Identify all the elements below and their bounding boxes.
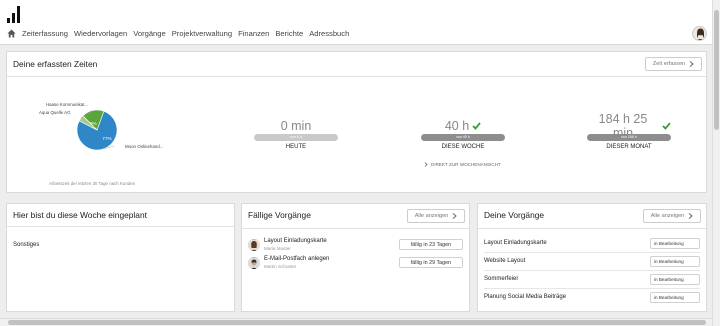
pie-slice-label: Aqua Quelle AG: [39, 110, 71, 115]
my-task-title: Planung Social Media Beiträge: [484, 294, 567, 300]
nav-item-finanzen[interactable]: Finanzen: [238, 29, 269, 38]
chevron-right-icon: [424, 162, 428, 167]
my-task-row[interactable]: Planung Social Media Beiträge in Bearbei…: [484, 289, 700, 307]
status-badge: in Bearbeitung: [650, 256, 700, 267]
due-date-badge: fällig in 29 Tagen: [399, 257, 463, 268]
pie-chart-caption: Arbeitszeit der letzten 30 Tage nach Kun…: [49, 181, 136, 186]
nav-item-wiedervorlagen[interactable]: Wiedervorlagen: [74, 29, 127, 38]
vertical-scrollbar[interactable]: [712, 0, 720, 326]
my-task-title: Sommerfeier: [484, 276, 519, 282]
stat-month: 184 h 25 min von 168 h DIESER MONAT: [587, 112, 671, 150]
status-badge: in Bearbeitung: [650, 274, 700, 285]
main-nav: Zeiterfassung Wiedervorlagen Vorgänge Pr…: [7, 29, 355, 38]
check-icon: [472, 121, 481, 130]
plan-item-sonstiges[interactable]: Sonstiges: [13, 242, 39, 248]
times-panel-title: Deine erfassten Zeiten: [13, 59, 98, 69]
app-logo-icon[interactable]: [7, 6, 23, 23]
my-tasks-title: Deine Vorgänge: [484, 210, 545, 220]
my-tasks-panel: Deine Vorgänge Alle anzeigen Layout Einl…: [477, 203, 707, 312]
my-tasks-show-all-button[interactable]: Alle anzeigen: [643, 209, 701, 223]
top-bar: Zeiterfassung Wiedervorlagen Vorgänge Pr…: [0, 0, 712, 45]
weekly-plan-title: Hier bist du diese Woche eingeplant: [13, 210, 147, 220]
user-avatar[interactable]: [692, 26, 707, 41]
due-task-person: Maria Muster: [264, 246, 291, 251]
status-badge: in Bearbeitung: [650, 238, 700, 249]
stat-today: 0 min von 8 h HEUTE: [254, 118, 338, 150]
nav-item-berichte[interactable]: Berichte: [275, 29, 303, 38]
home-icon[interactable]: [7, 29, 16, 38]
my-task-title: Layout Einladungskarte: [484, 240, 547, 246]
pie-slice-percent: 77%: [102, 136, 112, 142]
stat-week-label: DIESE WOCHE: [441, 144, 485, 150]
vertical-scrollbar-thumb[interactable]: [714, 10, 719, 130]
pie-slice-label: Haase Kommunikat...: [46, 102, 88, 107]
nav-item-projektverwaltung[interactable]: Projektverwaltung: [172, 29, 232, 38]
weekly-plan-panel: Hier bist du diese Woche eingeplant Sons…: [6, 203, 235, 312]
due-task-title: Layout Einladungskarte: [264, 238, 327, 244]
stat-today-label: HEUTE: [285, 144, 307, 150]
due-tasks-title: Fällige Vorgänge: [248, 210, 311, 220]
person-avatar: [248, 239, 260, 251]
times-panel-header: Deine erfassten Zeiten Zeit erfassen: [7, 52, 706, 77]
my-task-row[interactable]: Website Layout in Bearbeitung: [484, 253, 700, 271]
stat-week-value: 40 h: [421, 118, 505, 133]
week-view-link[interactable]: DIREKT ZUR WOCHENANSICHT: [424, 162, 501, 167]
due-task-row[interactable]: Layout Einladungskarte Maria Muster fäll…: [248, 238, 463, 256]
my-task-row[interactable]: Layout Einladungskarte in Bearbeitung: [484, 235, 700, 253]
nav-item-adressbuch[interactable]: Adressbuch: [309, 29, 349, 38]
chevron-right-icon: [452, 213, 458, 219]
times-panel: Deine erfassten Zeiten Zeit erfassen Moo…: [6, 51, 707, 193]
record-time-button[interactable]: Zeit erfassen: [645, 57, 702, 71]
check-icon: [662, 121, 671, 130]
my-task-row[interactable]: Sommerfeier in Bearbeitung: [484, 271, 700, 289]
stat-today-progress-bar: von 8 h: [254, 134, 338, 141]
record-time-button-label: Zeit erfassen: [652, 61, 686, 67]
person-avatar: [248, 257, 260, 269]
due-task-row[interactable]: E-Mail-Postfach anlegen Martin Schuster …: [248, 256, 463, 274]
chevron-right-icon: [689, 61, 694, 67]
horizontal-scrollbar[interactable]: [0, 318, 712, 326]
due-tasks-header: Fällige Vorgänge Alle anzeigen: [242, 204, 469, 229]
my-task-title: Website Layout: [484, 258, 526, 264]
stat-month-label: DIESER MONAT: [606, 144, 652, 150]
due-show-all-button[interactable]: Alle anzeigen: [407, 209, 465, 223]
stat-week: 40 h von 40 h DIESE WOCHE: [421, 118, 505, 150]
due-task-person: Martin Schuster: [264, 264, 297, 269]
due-task-title: E-Mail-Postfach anlegen: [264, 256, 330, 262]
stat-week-progress-bar: von 40 h: [421, 134, 505, 141]
status-badge: in Bearbeitung: [650, 292, 700, 303]
nav-item-vorgaenge[interactable]: Vorgänge: [133, 29, 166, 38]
chevron-right-icon: [688, 213, 694, 219]
due-tasks-panel: Fällige Vorgänge Alle anzeigen Layout Ei…: [241, 203, 470, 312]
pie-slice-label: Moon Onlinehand...: [125, 144, 163, 149]
stat-today-value: 0 min: [280, 118, 312, 133]
due-date-badge: fällig in 23 Tagen: [399, 239, 463, 250]
nav-item-zeiterfassung[interactable]: Zeiterfassung: [22, 29, 68, 38]
my-tasks-header: Deine Vorgänge Alle anzeigen: [478, 204, 706, 229]
weekly-plan-header: Hier bist du diese Woche eingeplant: [7, 204, 234, 227]
stat-month-value: 184 h 25 min: [587, 112, 671, 140]
horizontal-scrollbar-thumb[interactable]: [8, 320, 706, 325]
